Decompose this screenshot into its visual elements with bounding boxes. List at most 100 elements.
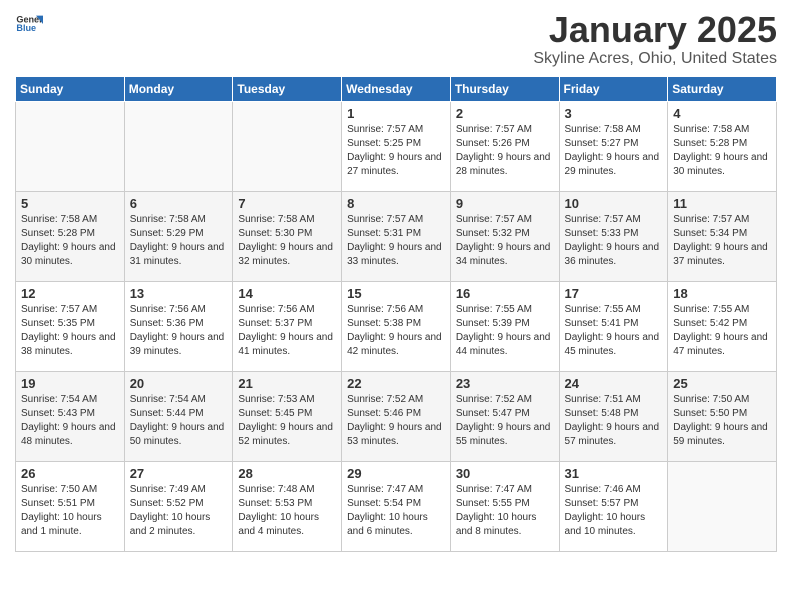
cell-info: Sunrise: 7:47 AM Sunset: 5:55 PM Dayligh… <box>456 483 554 539</box>
cell-info: Sunrise: 7:52 AM Sunset: 5:47 PM Dayligh… <box>456 393 554 449</box>
day-number: 12 <box>21 286 119 301</box>
cell-info: Sunrise: 7:51 AM Sunset: 5:48 PM Dayligh… <box>565 393 663 449</box>
calendar-cell: 22 Sunrise: 7:52 AM Sunset: 5:46 PM Dayli… <box>342 371 451 461</box>
cell-info: Sunrise: 7:50 AM Sunset: 5:50 PM Dayligh… <box>673 393 771 449</box>
day-number: 4 <box>673 106 771 121</box>
day-number: 23 <box>456 376 554 391</box>
day-number: 26 <box>21 466 119 481</box>
calendar-cell: 21 Sunrise: 7:53 AM Sunset: 5:45 PM Dayli… <box>233 371 342 461</box>
cell-info: Sunrise: 7:56 AM Sunset: 5:37 PM Dayligh… <box>238 303 336 359</box>
calendar-cell <box>16 101 125 191</box>
cell-info: Sunrise: 7:49 AM Sunset: 5:52 PM Dayligh… <box>130 483 228 539</box>
calendar-cell: 2 Sunrise: 7:57 AM Sunset: 5:26 PM Daylig… <box>450 101 559 191</box>
cell-info: Sunrise: 7:57 AM Sunset: 5:32 PM Dayligh… <box>456 213 554 269</box>
day-number: 1 <box>347 106 445 121</box>
cell-info: Sunrise: 7:55 AM Sunset: 5:39 PM Dayligh… <box>456 303 554 359</box>
cell-info: Sunrise: 7:52 AM Sunset: 5:46 PM Dayligh… <box>347 393 445 449</box>
day-number: 3 <box>565 106 663 121</box>
day-number: 31 <box>565 466 663 481</box>
day-number: 21 <box>238 376 336 391</box>
week-row-5: 26 Sunrise: 7:50 AM Sunset: 5:51 PM Dayli… <box>16 461 777 551</box>
cell-info: Sunrise: 7:56 AM Sunset: 5:38 PM Dayligh… <box>347 303 445 359</box>
weekday-header-monday: Monday <box>124 76 233 101</box>
day-number: 7 <box>238 196 336 211</box>
calendar-cell: 28 Sunrise: 7:48 AM Sunset: 5:53 PM Dayli… <box>233 461 342 551</box>
day-number: 18 <box>673 286 771 301</box>
week-row-2: 5Sunrise: 7:58 AM Sunset: 5:28 PM Daylig… <box>16 191 777 281</box>
cell-info: Sunrise: 7:57 AM Sunset: 5:34 PM Dayligh… <box>673 213 771 269</box>
calendar-cell <box>668 461 777 551</box>
calendar-cell: 15Sunrise: 7:56 AM Sunset: 5:38 PM Dayli… <box>342 281 451 371</box>
weekday-header-thursday: Thursday <box>450 76 559 101</box>
cell-info: Sunrise: 7:57 AM Sunset: 5:35 PM Dayligh… <box>21 303 119 359</box>
calendar-cell: 31Sunrise: 7:46 AM Sunset: 5:57 PM Dayli… <box>559 461 668 551</box>
cell-info: Sunrise: 7:57 AM Sunset: 5:33 PM Dayligh… <box>565 213 663 269</box>
calendar-cell: 8 Sunrise: 7:57 AM Sunset: 5:31 PM Daylig… <box>342 191 451 281</box>
day-number: 8 <box>347 196 445 211</box>
calendar-cell: 29 Sunrise: 7:47 AM Sunset: 5:54 PM Dayli… <box>342 461 451 551</box>
calendar-cell: 19 Sunrise: 7:54 AM Sunset: 5:43 PM Dayli… <box>16 371 125 461</box>
month-title: January 2025 <box>533 10 777 50</box>
calendar-cell: 3 Sunrise: 7:58 AM Sunset: 5:27 PM Daylig… <box>559 101 668 191</box>
day-number: 2 <box>456 106 554 121</box>
cell-info: Sunrise: 7:58 AM Sunset: 5:28 PM Dayligh… <box>21 213 119 269</box>
header: General Blue January 2025 Skyline Acres,… <box>15 10 777 68</box>
cell-info: Sunrise: 7:58 AM Sunset: 5:29 PM Dayligh… <box>130 213 228 269</box>
calendar-cell: 1 Sunrise: 7:57 AM Sunset: 5:25 PM Daylig… <box>342 101 451 191</box>
day-number: 10 <box>565 196 663 211</box>
week-row-4: 19 Sunrise: 7:54 AM Sunset: 5:43 PM Dayli… <box>16 371 777 461</box>
day-number: 20 <box>130 376 228 391</box>
cell-info: Sunrise: 7:55 AM Sunset: 5:42 PM Dayligh… <box>673 303 771 359</box>
calendar-cell: 27Sunrise: 7:49 AM Sunset: 5:52 PM Dayli… <box>124 461 233 551</box>
calendar-cell: 10 Sunrise: 7:57 AM Sunset: 5:33 PM Dayli… <box>559 191 668 281</box>
day-number: 16 <box>456 286 554 301</box>
day-number: 14 <box>238 286 336 301</box>
cell-info: Sunrise: 7:55 AM Sunset: 5:41 PM Dayligh… <box>565 303 663 359</box>
day-number: 29 <box>347 466 445 481</box>
calendar-cell: 7Sunrise: 7:58 AM Sunset: 5:30 PM Daylig… <box>233 191 342 281</box>
calendar-table: SundayMondayTuesdayWednesdayThursdayFrid… <box>15 76 777 552</box>
location-title: Skyline Acres, Ohio, United States <box>533 50 777 68</box>
cell-info: Sunrise: 7:53 AM Sunset: 5:45 PM Dayligh… <box>238 393 336 449</box>
weekday-header-wednesday: Wednesday <box>342 76 451 101</box>
weekday-header-tuesday: Tuesday <box>233 76 342 101</box>
day-number: 13 <box>130 286 228 301</box>
calendar-cell: 26 Sunrise: 7:50 AM Sunset: 5:51 PM Dayli… <box>16 461 125 551</box>
svg-text:Blue: Blue <box>16 23 36 33</box>
cell-info: Sunrise: 7:57 AM Sunset: 5:26 PM Dayligh… <box>456 123 554 179</box>
day-number: 30 <box>456 466 554 481</box>
day-number: 28 <box>238 466 336 481</box>
calendar-cell: 30 Sunrise: 7:47 AM Sunset: 5:55 PM Dayli… <box>450 461 559 551</box>
cell-info: Sunrise: 7:50 AM Sunset: 5:51 PM Dayligh… <box>21 483 119 539</box>
calendar-cell <box>233 101 342 191</box>
cell-info: Sunrise: 7:58 AM Sunset: 5:27 PM Dayligh… <box>565 123 663 179</box>
calendar-cell: 14 Sunrise: 7:56 AM Sunset: 5:37 PM Dayli… <box>233 281 342 371</box>
day-number: 19 <box>21 376 119 391</box>
day-number: 11 <box>673 196 771 211</box>
title-area: January 2025 Skyline Acres, Ohio, United… <box>533 10 777 68</box>
weekday-header-friday: Friday <box>559 76 668 101</box>
calendar-cell: 20 Sunrise: 7:54 AM Sunset: 5:44 PM Dayli… <box>124 371 233 461</box>
week-row-1: 1 Sunrise: 7:57 AM Sunset: 5:25 PM Daylig… <box>16 101 777 191</box>
week-row-3: 12 Sunrise: 7:57 AM Sunset: 5:35 PM Dayli… <box>16 281 777 371</box>
weekday-header-sunday: Sunday <box>16 76 125 101</box>
day-number: 24 <box>565 376 663 391</box>
cell-info: Sunrise: 7:54 AM Sunset: 5:43 PM Dayligh… <box>21 393 119 449</box>
cell-info: Sunrise: 7:57 AM Sunset: 5:31 PM Dayligh… <box>347 213 445 269</box>
cell-info: Sunrise: 7:47 AM Sunset: 5:54 PM Dayligh… <box>347 483 445 539</box>
logo-icon: General Blue <box>15 10 43 38</box>
day-number: 25 <box>673 376 771 391</box>
calendar-cell: 17 Sunrise: 7:55 AM Sunset: 5:41 PM Dayli… <box>559 281 668 371</box>
logo: General Blue <box>15 10 43 38</box>
cell-info: Sunrise: 7:54 AM Sunset: 5:44 PM Dayligh… <box>130 393 228 449</box>
cell-info: Sunrise: 7:57 AM Sunset: 5:25 PM Dayligh… <box>347 123 445 179</box>
day-number: 22 <box>347 376 445 391</box>
day-number: 17 <box>565 286 663 301</box>
cell-info: Sunrise: 7:48 AM Sunset: 5:53 PM Dayligh… <box>238 483 336 539</box>
calendar-cell: 6Sunrise: 7:58 AM Sunset: 5:29 PM Daylig… <box>124 191 233 281</box>
weekday-header-row: SundayMondayTuesdayWednesdayThursdayFrid… <box>16 76 777 101</box>
day-number: 9 <box>456 196 554 211</box>
calendar-cell: 23 Sunrise: 7:52 AM Sunset: 5:47 PM Dayli… <box>450 371 559 461</box>
calendar-cell: 18 Sunrise: 7:55 AM Sunset: 5:42 PM Dayli… <box>668 281 777 371</box>
calendar-cell <box>124 101 233 191</box>
